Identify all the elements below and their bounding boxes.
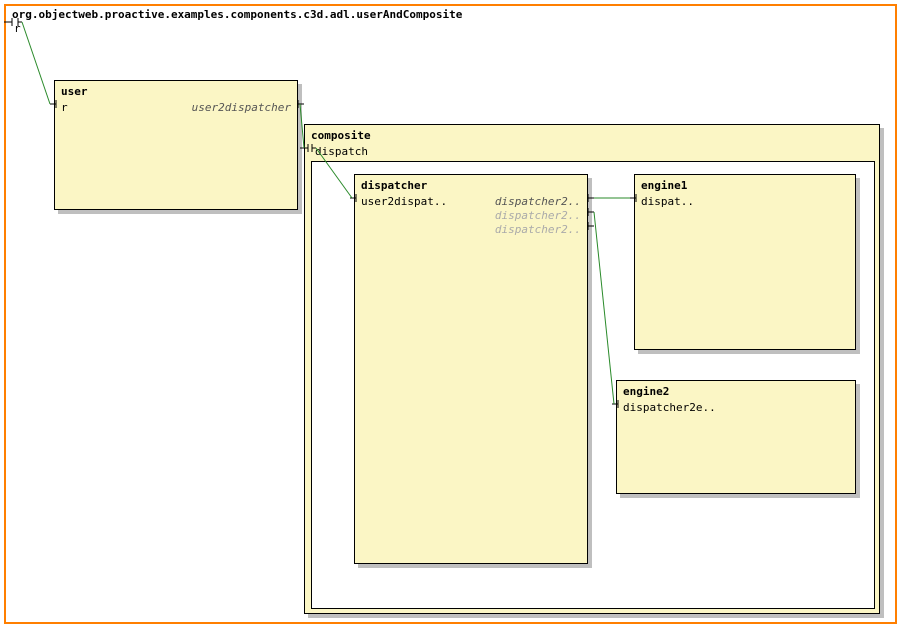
user-port-user2dispatcher: user2dispatcher (192, 101, 291, 114)
engine1-component[interactable]: engine1 dispat.. (634, 174, 856, 350)
dispatcher-component[interactable]: dispatcher user2dispat.. dispatcher2.. d… (354, 174, 588, 564)
dispatcher-port-r3: dispatcher2.. (495, 223, 581, 236)
composite-name: composite (311, 129, 371, 142)
root-port-r: r (14, 22, 21, 35)
dispatcher-name: dispatcher (361, 179, 427, 192)
user-port-r: r (61, 101, 68, 114)
engine1-name: engine1 (641, 179, 687, 192)
dispatcher-port-r2: dispatcher2.. (495, 209, 581, 222)
engine2-port-left: dispatcher2e.. (623, 401, 716, 414)
engine2-name: engine2 (623, 385, 669, 398)
engine1-port-left: dispat.. (641, 195, 694, 208)
composite-port-dispatch: dispatch (315, 145, 368, 158)
user-name: user (61, 85, 88, 98)
engine2-component[interactable]: engine2 dispatcher2e.. (616, 380, 856, 494)
dispatcher-port-left: user2dispat.. (361, 195, 447, 208)
dispatcher-port-r1: dispatcher2.. (495, 195, 581, 208)
user-component[interactable]: user r user2dispatcher (54, 80, 298, 210)
root-title: org.objectweb.proactive.examples.compone… (12, 8, 462, 21)
